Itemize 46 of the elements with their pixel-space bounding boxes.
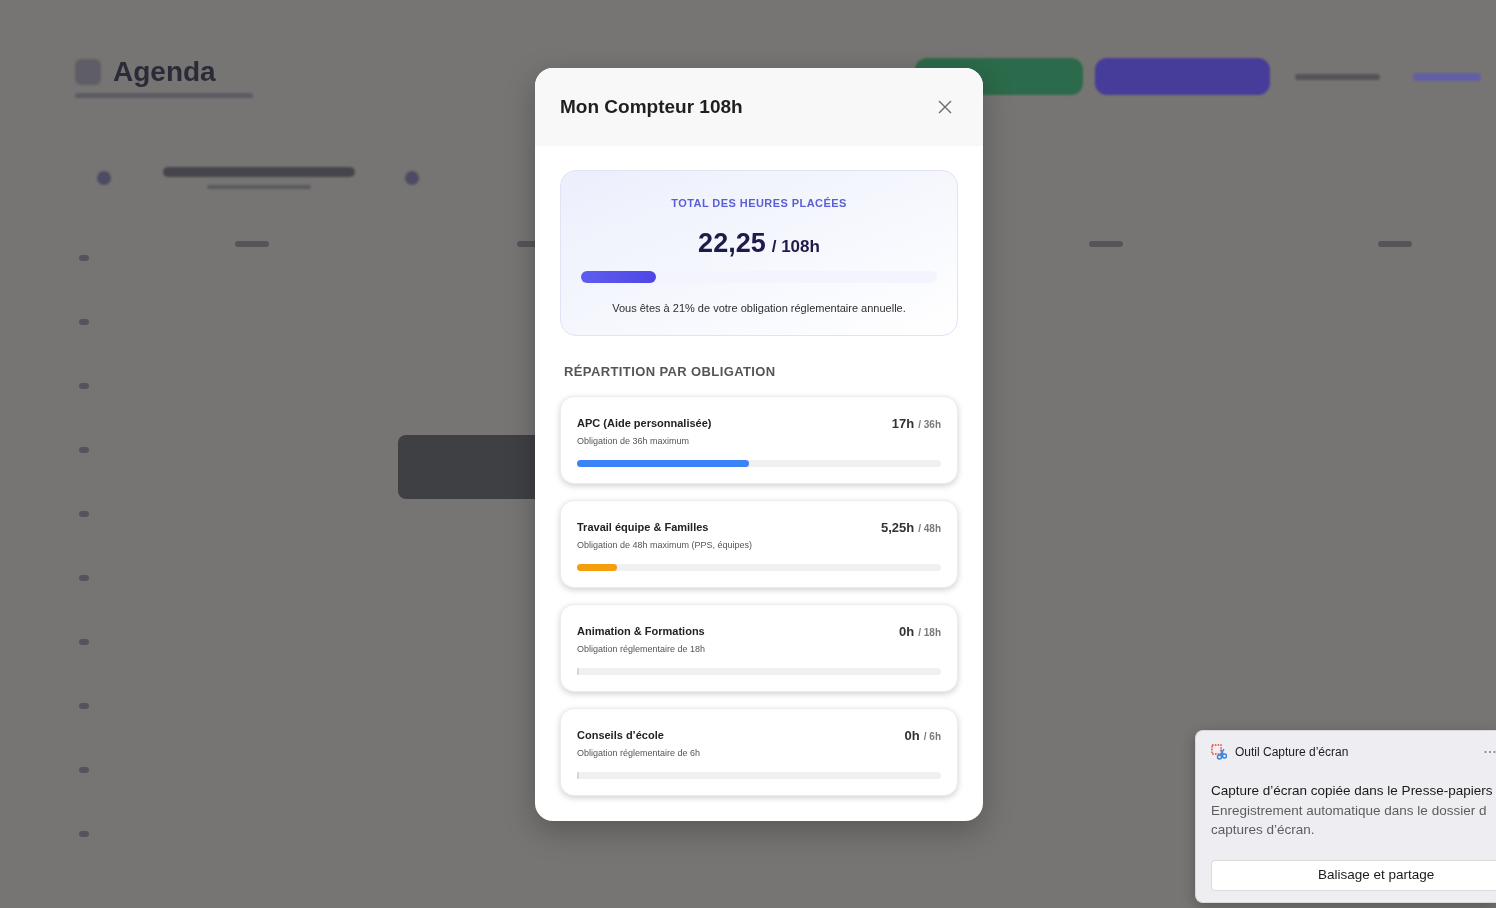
total-hours: 22,25	[698, 227, 766, 259]
notification-text: Enregistrement automatique dans le dossier d	[1211, 802, 1488, 820]
blurred-text	[79, 767, 89, 773]
summary-note: Vous êtes à 21% de votre obligation réglementaire annuelle.	[612, 301, 906, 315]
obligation-subtitle: Obligation de 48h maximum (PPS, équipes)	[577, 539, 753, 551]
obligation-subtitle: Obligation de 36h maximum	[577, 435, 691, 447]
blurred-text	[79, 575, 89, 581]
blurred-text	[1378, 241, 1412, 247]
blurred-text	[79, 447, 89, 453]
obligation-title: APC (Aide personnalisée)	[577, 416, 712, 430]
blurred-round-button[interactable]	[97, 171, 111, 185]
obligation-limit: / 6h	[923, 730, 941, 744]
obligation-subtitle: Obligation réglementaire de 18h	[577, 643, 706, 655]
blurred-text	[79, 255, 89, 261]
obligation-hours: 0h	[904, 729, 920, 743]
blurred-icon	[75, 59, 101, 85]
obligation-title: Conseils d’école	[577, 728, 665, 742]
summary-label: TOTAL DES HEURES PLACÉES	[671, 196, 847, 210]
notification-title: Capture d’écran copiée dans le Presse-papiers	[1211, 782, 1494, 800]
blurred-text	[79, 383, 89, 389]
dialog-title: Mon Compteur 108h	[560, 94, 743, 119]
blurred-round-button[interactable]	[405, 171, 419, 185]
blurred-text	[79, 831, 89, 837]
blurred-text	[79, 639, 89, 645]
obligation-hours: 5,25h	[880, 521, 915, 535]
section-heading: RÉPARTITION PAR OBLIGATION	[563, 364, 777, 380]
markup-share-button[interactable]: Balisage et partage	[1211, 860, 1496, 891]
blurred-text	[79, 511, 89, 517]
obligation-hours: 17h	[891, 417, 915, 431]
blurred-text	[235, 241, 269, 247]
blurred-text	[1089, 241, 1123, 247]
more-icon[interactable]	[1484, 750, 1496, 754]
notification-text: captures d’écran.	[1211, 821, 1316, 839]
obligation-title: Animation & Formations	[577, 624, 706, 638]
obligation-hours: 0h	[899, 625, 915, 639]
page-title: Agenda	[113, 57, 216, 87]
obligation-subtitle: Obligation réglementaire de 6h	[577, 747, 701, 759]
scissors-icon	[1211, 744, 1227, 760]
total-target: / 108h	[771, 236, 820, 258]
notification-app-name: Outil Capture d’écran	[1235, 744, 1349, 760]
obligation-limit: / 18h	[918, 626, 941, 640]
obligation-title: Travail équipe & Familles	[577, 520, 710, 534]
obligation-limit: / 48h	[918, 522, 941, 536]
blurred-text	[79, 703, 89, 709]
blurred-text	[79, 319, 89, 325]
obligation-limit: / 36h	[918, 418, 941, 432]
